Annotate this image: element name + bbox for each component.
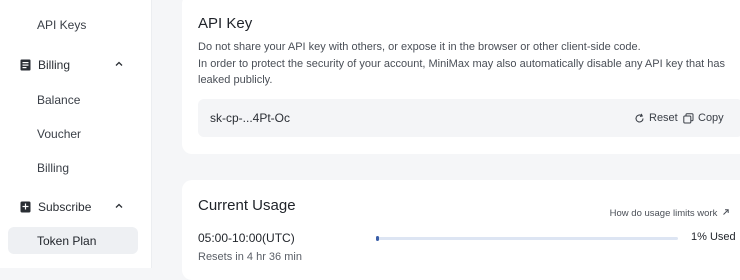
usage-progress-fill [376, 236, 379, 241]
reset-button[interactable]: Reset [634, 110, 678, 126]
billing-icon [19, 59, 31, 71]
current-usage-title: Current Usage [198, 197, 296, 214]
reset-label: Reset [649, 112, 678, 124]
api-key-value: sk-cp-...4Pt-Oc [210, 111, 291, 125]
copy-label: Copy [698, 112, 724, 124]
usage-percent: 1% Used [691, 231, 736, 243]
reset-icon [635, 113, 644, 123]
sidebar-item-token-plan[interactable]: Token Plan [8, 227, 138, 254]
sidebar-item-token-plan-label: Token Plan [37, 234, 97, 248]
api-key-field: sk-cp-...4Pt-Oc Reset Copy [198, 99, 740, 137]
bookmark-plus-icon [19, 201, 31, 213]
sidebar: API Keys Billing Balance Voucher Billing… [0, 0, 152, 268]
api-key-warning: Do not share your API key with others, o… [198, 41, 641, 53]
sidebar-item-balance[interactable]: Balance [37, 93, 80, 107]
sidebar-group-subscribe-label: Subscribe [38, 200, 92, 214]
usage-limits-link[interactable]: How do usage limits work [610, 208, 730, 219]
sidebar-group-billing[interactable]: Billing [19, 55, 129, 75]
api-key-card: API Key Do not share your API key with o… [182, 0, 740, 154]
usage-progress-bar [376, 236, 678, 241]
sidebar-item-api-keys[interactable]: API Keys [37, 18, 86, 32]
api-key-security-note: In order to protect the security of your… [198, 58, 726, 86]
usage-limits-link-label: How do usage limits work [609, 208, 718, 219]
current-usage-card: Current Usage How do usage limits work 0… [182, 180, 740, 280]
sidebar-group-billing-label: Billing [38, 58, 71, 72]
chevron-up-icon[interactable] [113, 200, 125, 212]
copy-button[interactable]: Copy [683, 110, 724, 126]
sidebar-group-subscribe[interactable]: Subscribe [19, 197, 129, 217]
usage-time-window: 05:00-10:00(UTC) [198, 231, 295, 245]
sidebar-item-voucher[interactable]: Voucher [37, 127, 81, 141]
usage-reset-countdown: Resets in 4 hr 36 min [198, 251, 302, 263]
chevron-up-icon[interactable] [113, 58, 125, 70]
external-link-icon [723, 209, 729, 215]
sidebar-item-billing[interactable]: Billing [37, 161, 69, 175]
copy-icon [683, 112, 694, 123]
api-key-title: API Key [198, 15, 253, 32]
